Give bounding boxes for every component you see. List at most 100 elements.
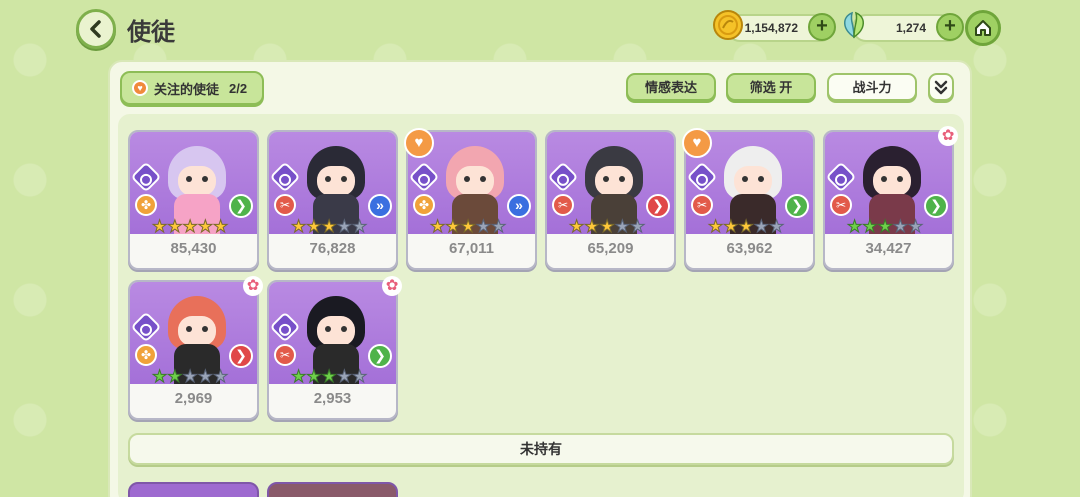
- unowned-character-card[interactable]: [267, 482, 398, 497]
- element-icon: [408, 161, 440, 193]
- star-icon: ★: [321, 367, 337, 384]
- class-icon: ✂: [274, 194, 296, 216]
- star-icon: ★: [862, 217, 878, 234]
- character-face: [595, 166, 633, 196]
- class-icon: ✤: [413, 194, 435, 216]
- back-button[interactable]: [76, 9, 116, 49]
- character-face: [178, 316, 216, 346]
- character-card[interactable]: ✤» ★ ★ ★ ★ ★ 67,011 ♥: [404, 128, 537, 270]
- star-icon: ★: [182, 217, 198, 234]
- character-eye: [202, 176, 208, 182]
- star-rating: ★ ★ ★ ★ ★: [290, 367, 368, 384]
- character-eye: [202, 326, 208, 332]
- character-eye: [603, 176, 609, 182]
- star-rating: ★ ★ ★ ★ ★: [846, 217, 924, 234]
- star-icon: ★: [907, 217, 924, 234]
- character-eye: [341, 326, 347, 332]
- combat-power: 2,969: [174, 390, 213, 407]
- character-card[interactable]: ✤ ❯ ★ ★ ★ ★ ★ 2,969 ✿: [128, 276, 263, 420]
- home-icon: [975, 20, 991, 36]
- add-leaf-button[interactable]: +: [936, 13, 964, 41]
- sort-order-button[interactable]: [928, 73, 954, 101]
- role-icon: ❯: [229, 194, 253, 218]
- combat-power: 76,828: [309, 240, 356, 257]
- character-face: [734, 166, 772, 196]
- combat-power: 63,962: [726, 240, 773, 257]
- star-icon: ★: [197, 367, 213, 384]
- role-icon: ❯: [368, 344, 392, 368]
- star-icon: ★: [351, 367, 368, 384]
- flower-icon: ✿: [382, 276, 402, 296]
- gold-amount: 1,154,872: [744, 21, 798, 35]
- add-gold-button[interactable]: +: [808, 13, 836, 41]
- star-icon: ★: [707, 217, 724, 234]
- star-icon: ★: [629, 217, 646, 234]
- star-icon: ★: [723, 217, 739, 234]
- star-icon: ★: [306, 217, 322, 234]
- star-icon: ★: [306, 367, 322, 384]
- star-icon: ★: [753, 217, 769, 234]
- character-portrait: ✂ ❯ ★ ★ ★ ★ ★: [269, 282, 396, 384]
- character-eye: [758, 176, 764, 182]
- star-rating: ★ ★ ★ ★ ★: [151, 217, 228, 234]
- element-icon: [825, 161, 857, 193]
- followed-apostles-button[interactable]: ♥ 关注的使徒 2/2: [120, 71, 264, 105]
- class-icon: ✤: [135, 194, 157, 216]
- character-card[interactable]: ✂» ★ ★ ★ ★ ★ 76,828: [267, 130, 398, 270]
- character-eye: [619, 176, 625, 182]
- character-portrait: ✤ ❯ ★ ★ ★ ★ ★: [130, 132, 257, 234]
- character-card[interactable]: ✂ ❯ ★ ★ ★ ★ ★ 34,427 ✿: [823, 126, 958, 270]
- star-icon: ★: [290, 217, 307, 234]
- element-icon: [130, 311, 162, 343]
- star-icon: ★: [445, 217, 461, 234]
- star-rating: ★ ★ ★ ★ ★: [707, 217, 785, 234]
- star-icon: ★: [846, 217, 863, 234]
- character-card[interactable]: ✂ ❯ ★ ★ ★ ★ ★ 63,962 ♥: [682, 128, 815, 270]
- character-eye: [480, 176, 486, 182]
- character-eye: [325, 326, 331, 332]
- star-icon: ★: [167, 367, 183, 384]
- character-eye: [897, 176, 903, 182]
- star-icon: ★: [584, 217, 600, 234]
- character-face: [178, 166, 216, 196]
- star-icon: ★: [167, 217, 183, 234]
- combat-power: 2,953: [313, 390, 352, 407]
- character-face: [456, 166, 494, 196]
- star-icon: ★: [768, 217, 785, 234]
- star-icon: ★: [460, 217, 476, 234]
- sort-by-power-button[interactable]: 战斗力: [827, 73, 917, 101]
- star-icon: ★: [568, 217, 585, 234]
- character-card[interactable]: ✂ ❯ ★ ★ ★ ★ ★ 2,953 ✿: [267, 276, 402, 420]
- leaf-currency: 1,274 +: [844, 11, 964, 42]
- not-owned-header[interactable]: 未持有: [128, 433, 954, 465]
- character-card[interactable]: ✤ ❯ ★ ★ ★ ★ ★ 85,430: [128, 130, 259, 270]
- character-eye: [186, 326, 192, 332]
- character-portrait: ✤ ❯ ★ ★ ★ ★ ★: [130, 282, 257, 384]
- combat-power: 67,011: [448, 240, 495, 257]
- star-icon: ★: [197, 217, 213, 234]
- character-portrait: ✂ ❯ ★ ★ ★ ★ ★: [547, 132, 674, 234]
- star-icon: ★: [877, 217, 893, 234]
- follow-label: 关注的使徒: [154, 81, 220, 97]
- follow-count: 2/2: [229, 80, 248, 96]
- star-icon: ★: [429, 217, 446, 234]
- star-icon: ★: [212, 367, 229, 384]
- role-icon: ❯: [229, 344, 253, 368]
- star-rating: ★ ★ ★ ★ ★: [290, 217, 367, 234]
- character-portrait: ✂» ★ ★ ★ ★ ★: [269, 132, 396, 234]
- star-icon: ★: [321, 217, 337, 234]
- role-icon: ❯: [924, 194, 948, 218]
- home-button[interactable]: [965, 10, 1001, 46]
- double-chevron-down-icon: [934, 80, 948, 95]
- filter-button[interactable]: 筛选 开: [726, 73, 816, 101]
- character-portrait: ✂ ❯ ★ ★ ★ ★ ★: [825, 132, 952, 234]
- unowned-character-card[interactable]: [128, 482, 259, 497]
- leaf-amount: 1,274: [895, 21, 926, 35]
- character-face: [317, 166, 355, 196]
- character-face: [873, 166, 911, 196]
- character-face: [317, 316, 355, 346]
- character-card[interactable]: ✂ ❯ ★ ★ ★ ★ ★ 65,209: [545, 130, 676, 270]
- emotion-button[interactable]: 情感表达: [626, 73, 716, 101]
- flower-icon: ✿: [938, 126, 958, 146]
- star-icon: ★: [892, 217, 908, 234]
